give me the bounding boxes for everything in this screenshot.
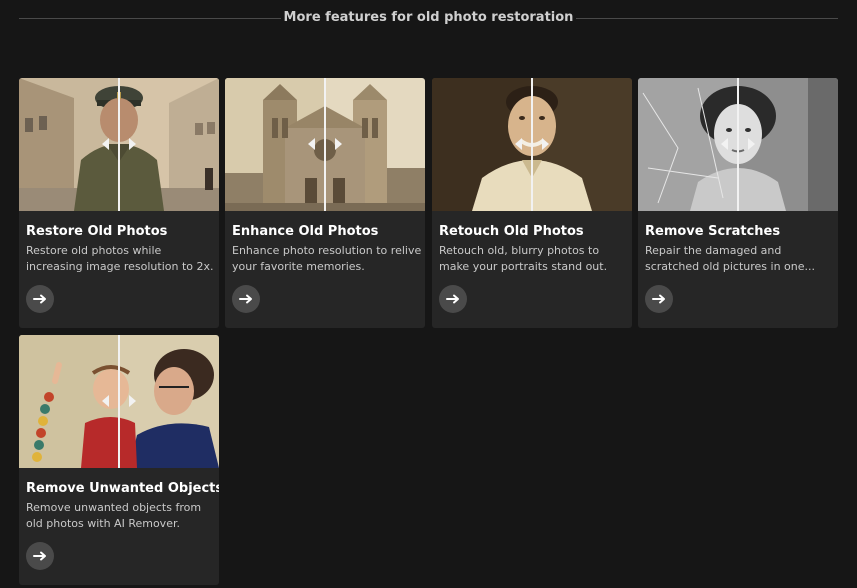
- enhance-before-after-image: [225, 78, 425, 211]
- card-description: Remove unwanted objects from old photos …: [26, 501, 202, 530]
- restore-before-after-image: [19, 78, 219, 211]
- feature-card-enhance[interactable]: Enhance Old Photos Enhance photo resolut…: [225, 78, 425, 328]
- arrow-right-icon: [33, 551, 46, 561]
- card-description: Retouch old, blurry photos to make your …: [439, 244, 608, 273]
- slider-right-arrow-icon[interactable]: [748, 138, 755, 150]
- feature-card-remove-objects[interactable]: Remove Unwanted Objects Remove unwanted …: [19, 335, 219, 585]
- card-title: Restore Old Photos: [26, 224, 168, 239]
- open-restore-button[interactable]: [26, 285, 54, 313]
- retouch-before-after-image: [432, 78, 632, 211]
- slider-left-arrow-icon[interactable]: [515, 138, 522, 150]
- slider-left-arrow-icon[interactable]: [102, 395, 109, 407]
- compare-slider-line[interactable]: [324, 78, 326, 211]
- card-title: Retouch Old Photos: [439, 224, 584, 239]
- compare-slider-line[interactable]: [737, 78, 739, 211]
- arrow-right-icon: [446, 294, 459, 304]
- open-remove-objects-button[interactable]: [26, 542, 54, 570]
- section-header: More features for old photo restoration: [0, 0, 857, 38]
- slider-left-arrow-icon[interactable]: [102, 138, 109, 150]
- scratches-before-after-image: [638, 78, 838, 211]
- remove-objects-before-after-image: [19, 335, 219, 468]
- compare-slider-line[interactable]: [118, 78, 120, 211]
- slider-left-arrow-icon[interactable]: [721, 138, 728, 150]
- card-description: Enhance photo resolution to relive your …: [232, 244, 422, 273]
- card-title: Remove Unwanted Objects: [26, 481, 219, 496]
- open-scratches-button[interactable]: [645, 285, 673, 313]
- arrow-right-icon: [239, 294, 252, 304]
- slider-left-arrow-icon[interactable]: [308, 138, 315, 150]
- card-description: Repair the damaged and scratched old pic…: [645, 244, 816, 273]
- arrow-right-icon: [33, 294, 46, 304]
- header-divider-left: [19, 18, 281, 19]
- card-description: Restore old photos while increasing imag…: [26, 244, 214, 273]
- feature-card-restore[interactable]: Restore Old Photos Restore old photos wh…: [19, 78, 219, 328]
- open-retouch-button[interactable]: [439, 285, 467, 313]
- header-divider-right: [576, 18, 838, 19]
- card-title: Remove Scratches: [645, 224, 781, 239]
- compare-slider-line[interactable]: [531, 78, 533, 211]
- card-title: Enhance Old Photos: [232, 224, 379, 239]
- open-enhance-button[interactable]: [232, 285, 260, 313]
- slider-right-arrow-icon[interactable]: [542, 138, 549, 150]
- slider-right-arrow-icon[interactable]: [129, 138, 136, 150]
- slider-right-arrow-icon[interactable]: [129, 395, 136, 407]
- feature-card-scratches[interactable]: Remove Scratches Repair the damaged and …: [638, 78, 838, 328]
- arrow-right-icon: [652, 294, 665, 304]
- compare-slider-line[interactable]: [118, 335, 120, 468]
- section-title: More features for old photo restoration: [283, 10, 574, 25]
- feature-card-retouch[interactable]: Retouch Old Photos Retouch old, blurry p…: [432, 78, 632, 328]
- slider-right-arrow-icon[interactable]: [335, 138, 342, 150]
